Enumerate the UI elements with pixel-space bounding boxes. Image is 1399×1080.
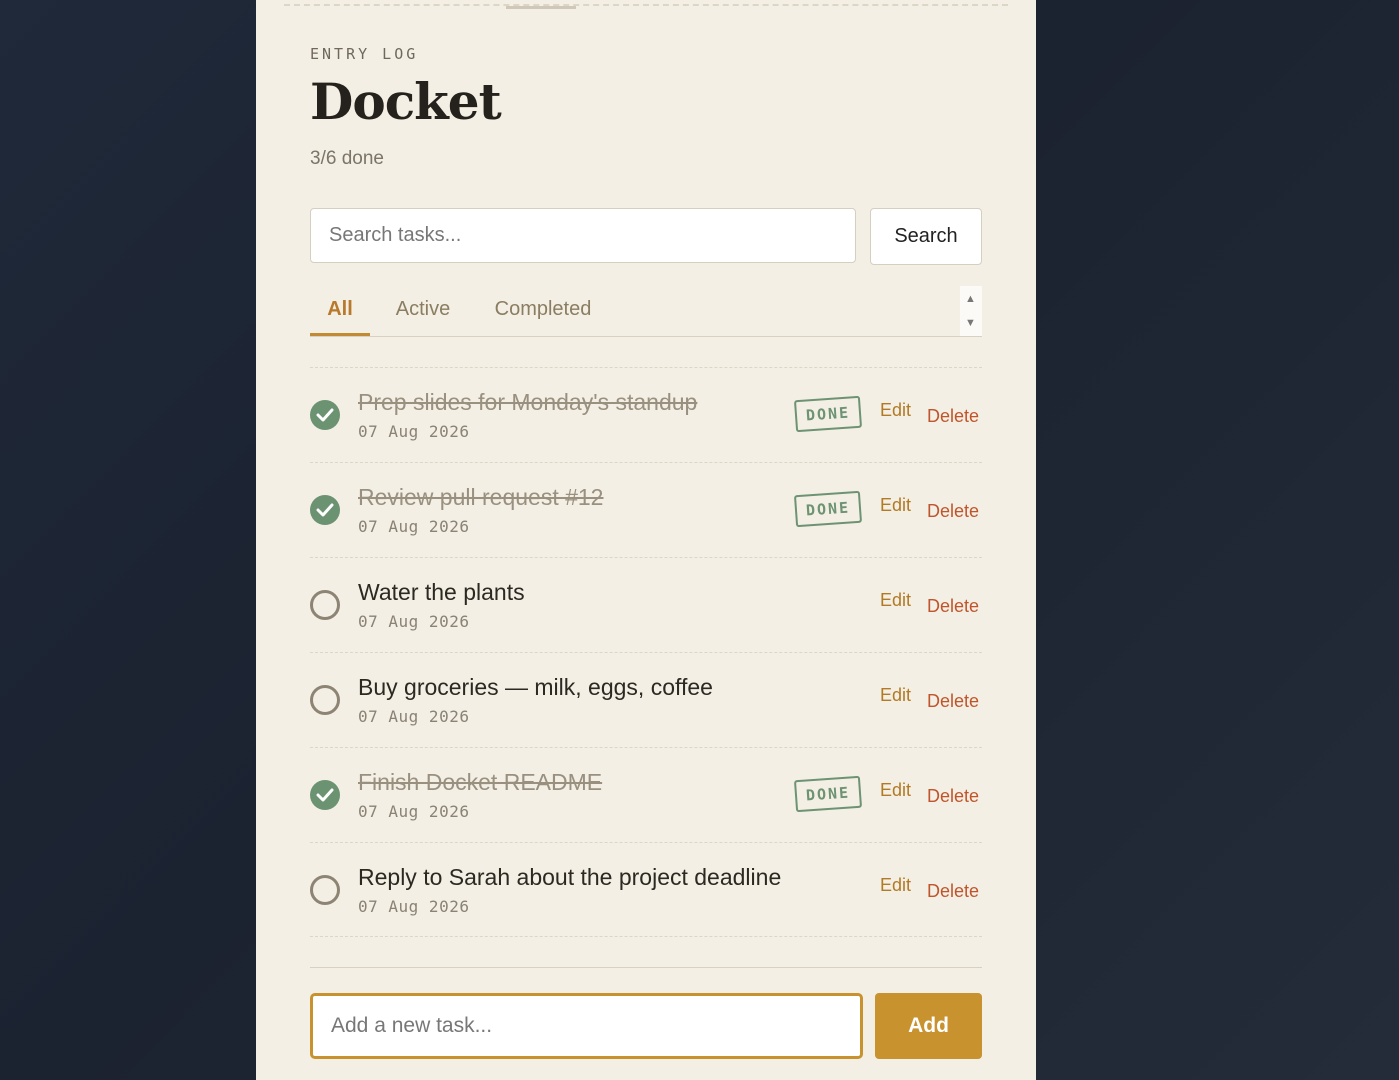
task-text: Buy groceries — milk, eggs, coffee [358, 674, 713, 700]
tab-completed[interactable]: Completed [488, 298, 598, 336]
edit-button[interactable]: Edit [880, 875, 911, 896]
scroll-up-icon[interactable]: ▲ [965, 294, 976, 305]
unchecked-checkbox[interactable] [310, 875, 340, 905]
tabs-scrollbar[interactable]: ▲ ▼ [960, 286, 982, 336]
delete-button[interactable]: Delete [927, 596, 979, 617]
progress-count: 3/6 done [310, 148, 384, 169]
checkmark-icon [316, 408, 334, 422]
eyebrow-label: ENTRY LOG [310, 45, 419, 63]
delete-button[interactable]: Delete [927, 691, 979, 712]
checked-checkbox[interactable] [310, 780, 340, 810]
add-task-input[interactable] [310, 993, 863, 1059]
edit-button[interactable]: Edit [880, 780, 911, 801]
task-date: 07 Aug 2026 [358, 612, 470, 631]
task-row: Water the plants 07 Aug 2026 Edit Delete [310, 557, 982, 652]
done-stamp: DONE [793, 775, 863, 813]
task-row: Reply to Sarah about the project deadlin… [310, 842, 982, 937]
delete-button[interactable]: Delete [927, 786, 979, 807]
docket-card: ENTRY LOG Docket 3/6 done Search All Act… [256, 0, 1036, 1080]
edit-button[interactable]: Edit [880, 400, 911, 421]
checkmark-icon [316, 788, 334, 802]
task-text: Reply to Sarah about the project deadlin… [358, 864, 782, 890]
edit-button[interactable]: Edit [880, 590, 911, 611]
task-date: 07 Aug 2026 [358, 707, 470, 726]
task-text: Review pull request #12 [358, 484, 604, 510]
done-stamp: DONE [793, 395, 863, 433]
search-button[interactable]: Search [870, 208, 982, 265]
task-row: Prep slides for Monday's standup 07 Aug 2… [310, 367, 982, 462]
delete-button[interactable]: Delete [927, 881, 979, 902]
checkmark-icon [316, 503, 334, 517]
task-text: Water the plants [358, 579, 525, 605]
task-text: Finish Docket README [358, 769, 603, 795]
unchecked-checkbox[interactable] [310, 685, 340, 715]
edit-button[interactable]: Edit [880, 495, 911, 516]
task-row: Finish Docket README 07 Aug 2026 DONE Edit D… [310, 747, 982, 842]
checked-checkbox[interactable] [310, 400, 340, 430]
task-date: 07 Aug 2026 [358, 897, 470, 916]
perforation-divider [284, 4, 1008, 9]
checked-checkbox[interactable] [310, 495, 340, 525]
delete-button[interactable]: Delete [927, 501, 979, 522]
unchecked-checkbox[interactable] [310, 590, 340, 620]
delete-button[interactable]: Delete [927, 406, 979, 427]
search-input[interactable] [310, 208, 856, 263]
filter-tabs: All Active Completed ▲ ▼ [310, 284, 982, 337]
task-date: 07 Aug 2026 [358, 802, 470, 821]
footer-divider [310, 967, 982, 968]
tab-all[interactable]: All [310, 298, 370, 336]
done-stamp: DONE [793, 490, 863, 528]
page-title: Docket [310, 72, 502, 131]
add-task-button[interactable]: Add [875, 993, 982, 1059]
task-text: Prep slides for Monday's standup [358, 389, 698, 415]
perforation-tab [506, 6, 576, 9]
task-date: 07 Aug 2026 [358, 517, 470, 536]
task-list: Prep slides for Monday's standup 07 Aug 2… [310, 367, 982, 937]
edit-button[interactable]: Edit [880, 685, 911, 706]
tab-active[interactable]: Active [388, 298, 458, 336]
task-row: Review pull request #12 07 Aug 2026 DONE Ed… [310, 462, 982, 557]
scroll-down-icon[interactable]: ▼ [965, 318, 976, 329]
task-date: 07 Aug 2026 [358, 422, 470, 441]
task-row: Buy groceries — milk, eggs, coffee 07 Aug… [310, 652, 982, 747]
